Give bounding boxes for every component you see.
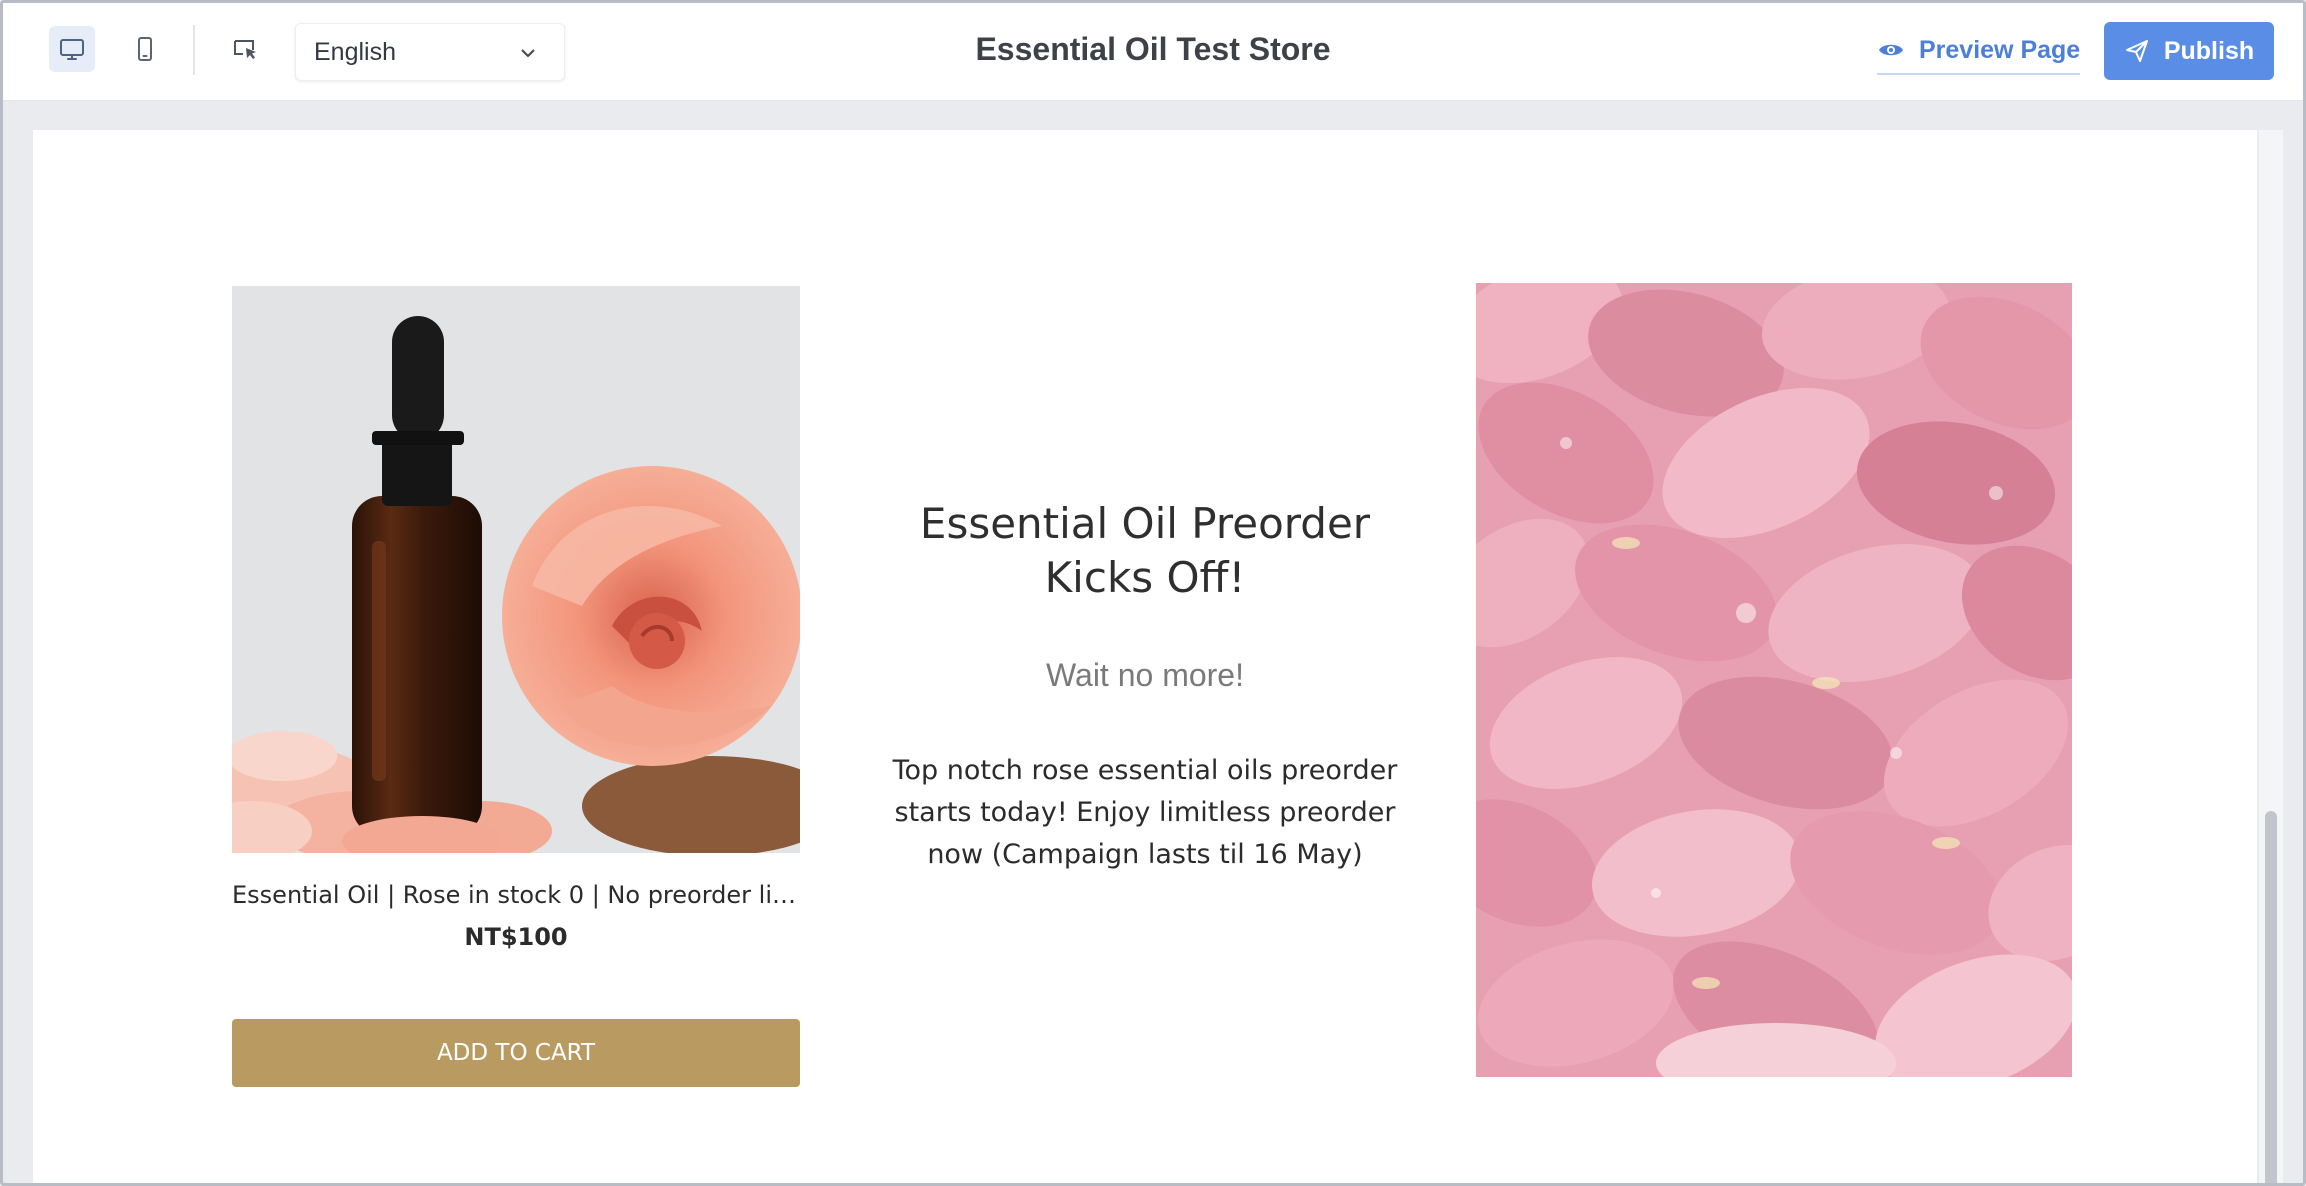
publish-button[interactable]: Publish [2104,22,2274,80]
essential-oil-bottle-image [232,286,800,853]
rose-petals-photo [1476,283,2072,1077]
preview-page-label: Preview Page [1919,35,2081,64]
campaign-subheadline: Wait no more! [1046,657,1244,693]
add-to-cart-button[interactable]: ADD TO CART [232,1019,800,1087]
scrollbar-thumb[interactable] [2265,811,2277,1183]
eye-icon [1879,44,1903,56]
publish-label: Publish [2163,36,2255,65]
product-name[interactable]: Essential Oil | Rose in stock 0 | No pre… [232,881,800,909]
top-toolbar: English Essential Oil Test Store Preview… [3,3,2303,101]
campaign-headline: Essential Oil Preorder Kicks Off! [919,499,1371,602]
preview-page-button[interactable]: Preview Page [1877,31,2081,75]
campaign-body: Top notch rose essential oils preorder s… [892,755,1398,870]
send-icon [2125,40,2148,62]
product-image[interactable] [232,286,800,853]
product-price: NT$100 [464,923,568,951]
rose-petals-image[interactable] [1476,283,2072,1077]
editor-window: English Essential Oil Test Store Preview… [0,0,2306,1186]
